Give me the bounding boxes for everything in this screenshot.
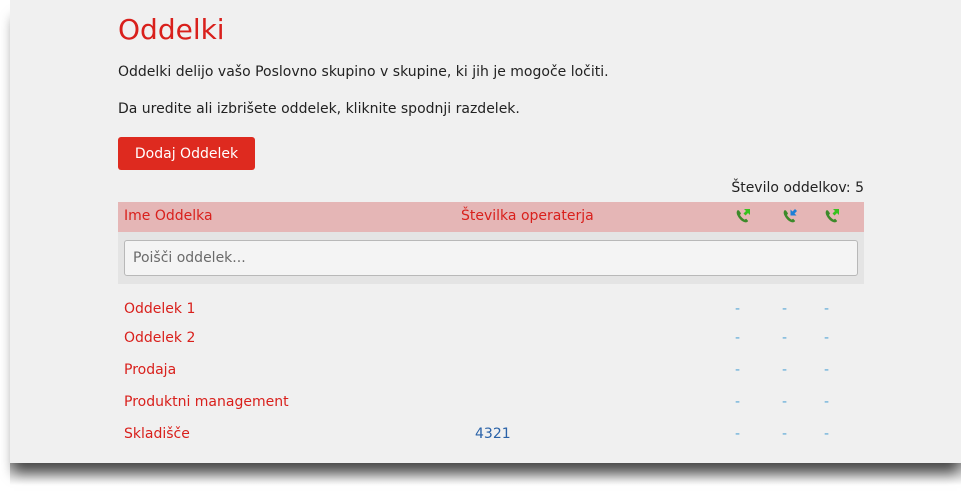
status-cell: - [824,362,830,378]
department-name[interactable]: Produktni management [124,394,289,410]
status-cell: - [735,394,741,410]
department-search-input[interactable] [124,240,858,276]
status-cell: - [782,426,788,442]
status-cell: - [782,394,788,410]
operator-number: 4321 [475,426,511,442]
status-cell: - [782,330,788,346]
status-cell: - [782,301,788,317]
column-header-name[interactable]: Ime Oddelka [124,208,213,224]
column-header-operator[interactable]: Številka operaterja [461,208,594,224]
table-row[interactable]: Prodaja - - - [118,359,864,383]
status-cell: - [735,426,741,442]
table-row[interactable]: Oddelek 2 - - - [118,327,864,351]
department-name[interactable]: Prodaja [124,362,176,378]
phone-forward-icon [736,209,750,223]
add-department-button[interactable]: Dodaj Oddelek [118,137,255,170]
phone-forward-icon [825,209,839,223]
panel-shadow [10,463,961,485]
status-cell: - [824,330,830,346]
search-row [118,232,864,284]
status-cell: - [735,362,741,378]
department-name[interactable]: Oddelek 2 [124,330,195,346]
page-title: Oddelki [118,13,225,46]
status-cell: - [824,394,830,410]
page-instruction: Da uredite ali izbrišete oddelek, klikni… [118,101,520,117]
status-cell: - [782,362,788,378]
table-row[interactable]: Oddelek 1 - - - [118,298,864,322]
department-count: Število oddelkov: 5 [731,180,864,196]
table-row[interactable]: Produktni management - - - [118,391,864,415]
table-row[interactable]: Skladišče 4321 - - - [118,423,864,447]
status-cell: - [735,301,741,317]
status-cell: - [735,330,741,346]
page-description: Oddelki delijo vašo Poslovno skupino v s… [118,64,609,80]
status-cell: - [824,301,830,317]
phone-incoming-icon [783,209,797,223]
department-name[interactable]: Skladišče [124,426,190,442]
department-name[interactable]: Oddelek 1 [124,301,195,317]
status-cell: - [824,426,830,442]
table-header: Ime Oddelka Številka operaterja [118,202,864,232]
